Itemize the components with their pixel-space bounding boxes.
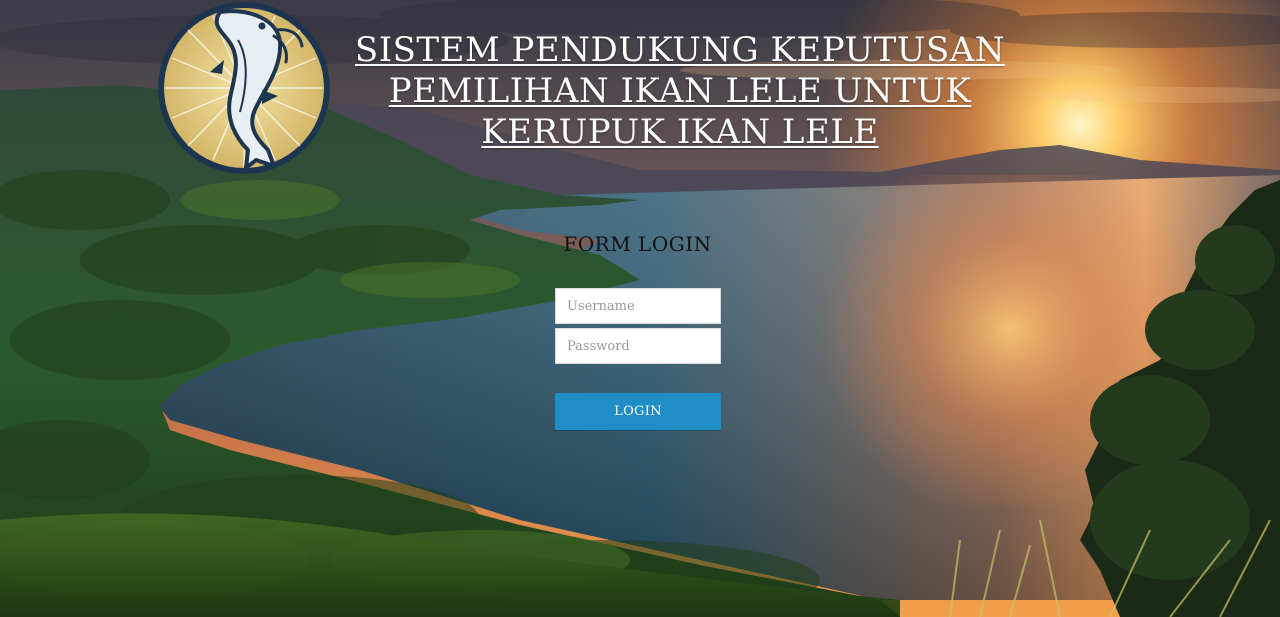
username-input[interactable] bbox=[555, 288, 721, 324]
login-page: SISTEM PENDUKUNG KEPUTUSAN PEMILIHAN IKA… bbox=[0, 0, 1280, 617]
app-title-line-2: PEMILIHAN IKAN LELE UNTUK bbox=[388, 71, 972, 111]
password-input[interactable] bbox=[555, 328, 721, 364]
app-title-line-3: KERUPUK IKAN LELE bbox=[481, 112, 879, 152]
app-title: SISTEM PENDUKUNG KEPUTUSAN PEMILIHAN IKA… bbox=[345, 30, 1015, 153]
login-button[interactable]: LOGIN bbox=[555, 393, 721, 430]
app-title-line-1: SISTEM PENDUKUNG KEPUTUSAN bbox=[354, 30, 1006, 70]
form-login-heading: FORM LOGIN bbox=[563, 232, 712, 256]
catfish-logo-icon bbox=[158, 2, 330, 174]
